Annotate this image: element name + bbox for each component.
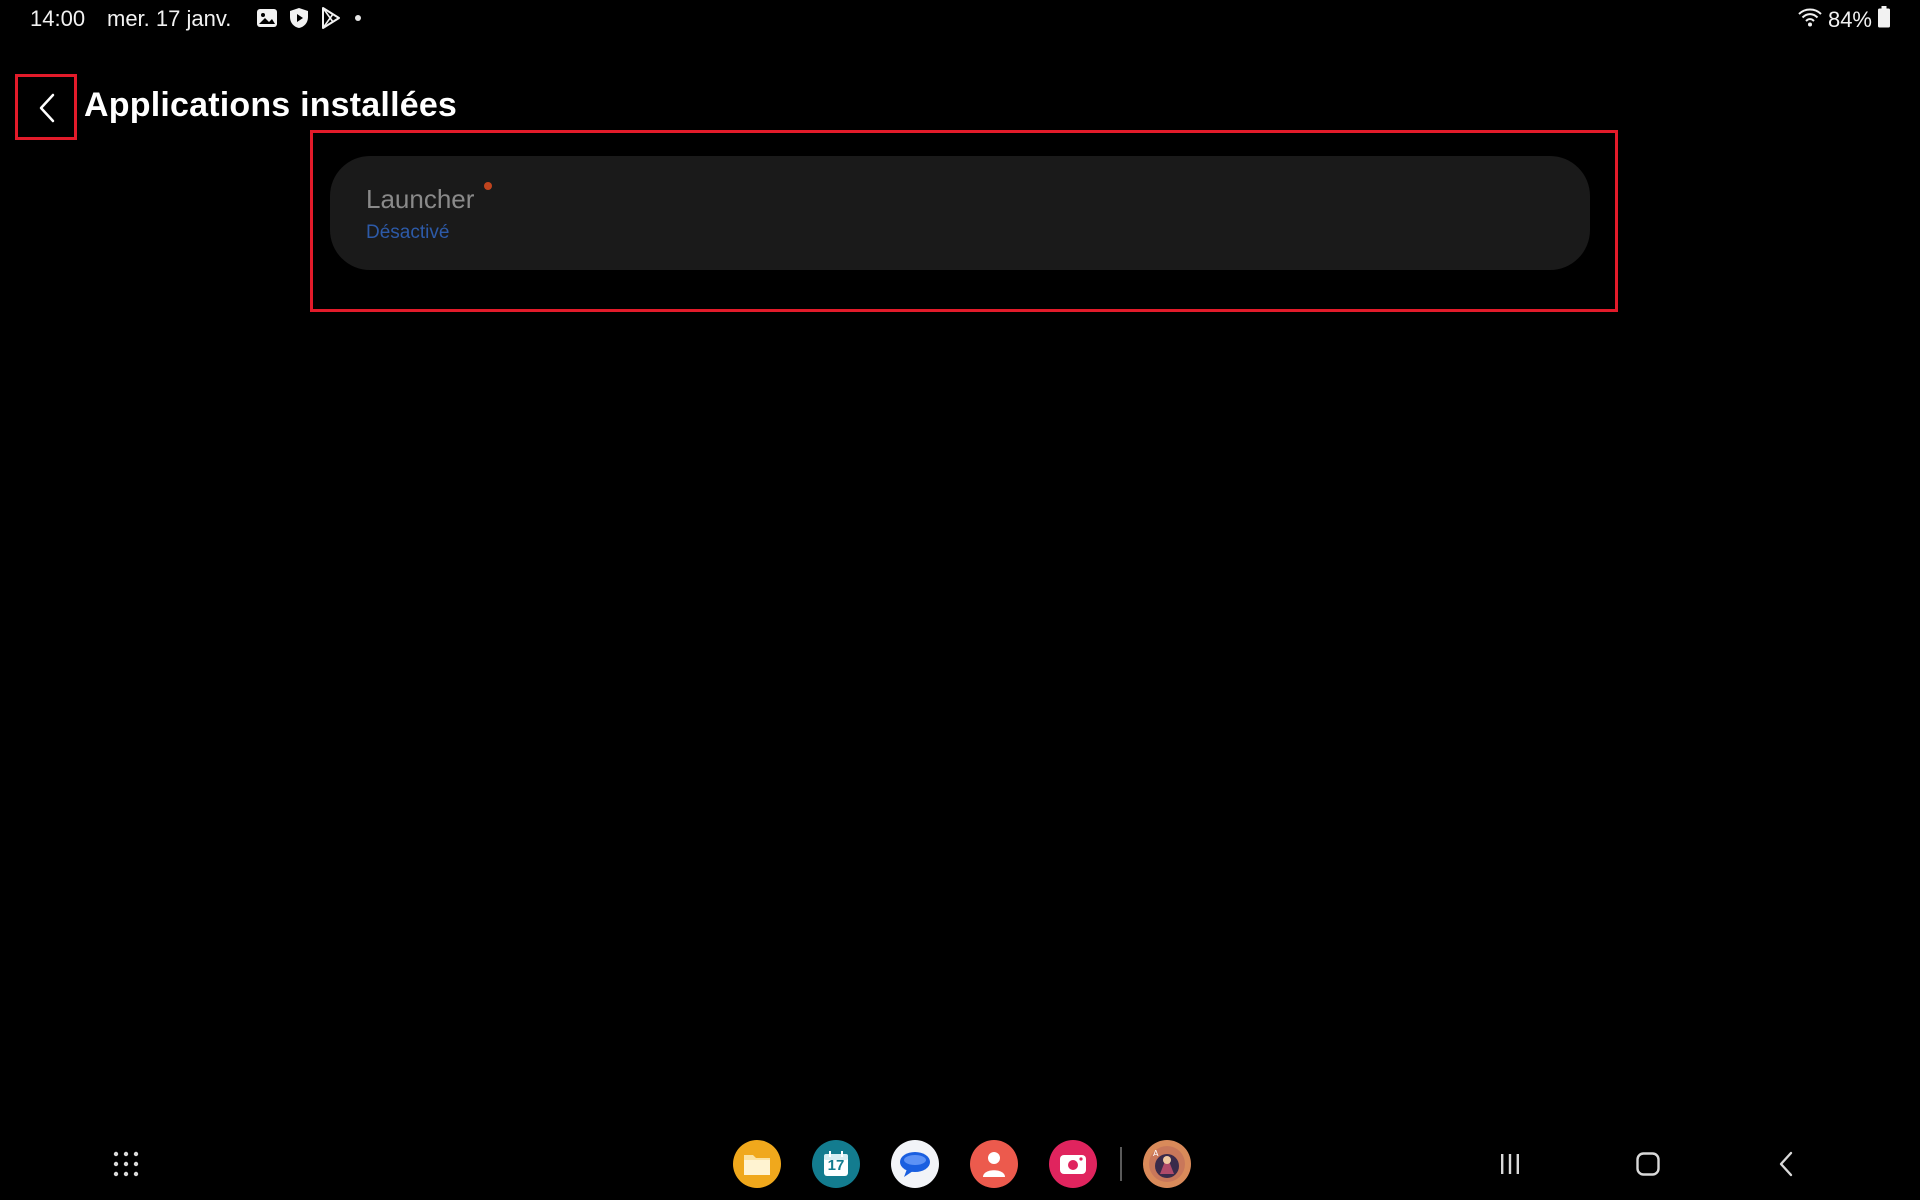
recents-icon [1501,1154,1519,1174]
page-title: Applications installées [84,86,458,124]
gallery-icon [255,6,279,30]
shield-play-icon [287,6,311,30]
my-files-icon [744,1155,770,1175]
dock-app-calendar[interactable]: 17 [812,1140,860,1188]
notification-icons [255,6,361,30]
more-notifications-dot [355,15,361,21]
recents-button[interactable] [1492,1148,1528,1180]
game-app-icon: A [1149,1146,1185,1182]
contacts-icon [983,1152,1005,1177]
play-store-icon [319,6,343,30]
dock-app-screen-recorder[interactable] [1049,1140,1097,1188]
apps-grid-button[interactable] [112,1150,140,1178]
nav-back-button[interactable] [1768,1148,1804,1180]
home-icon [1636,1152,1660,1176]
app-name: Launcher [366,184,475,214]
screen-recorder-icon [1060,1155,1086,1174]
chevron-left-icon [39,93,55,123]
dock-app-contacts[interactable] [970,1140,1018,1188]
status-time: 14:00 [30,6,86,31]
battery-icon [1878,6,1890,34]
app-notification-badge [484,182,492,190]
dock-divider [1120,1147,1122,1181]
wifi-icon [1798,6,1822,34]
dock-app-game[interactable]: A [1143,1140,1191,1188]
apps-grid-icon [113,1151,139,1177]
list-item-launcher[interactable]: Launcher Désactivé [330,156,1590,270]
calendar-day: 17 [827,1157,845,1174]
app-status: Désactivé [366,222,450,243]
back-button[interactable] [26,84,68,132]
installed-apps-screen: 14:00 mer. 17 janv. 84% Applications ins… [0,0,1920,1200]
svg-text:A: A [1153,1149,1159,1158]
dock-app-my-files[interactable] [733,1140,781,1188]
status-bar: 14:00 mer. 17 janv. 84% [0,0,1920,36]
home-button[interactable] [1630,1148,1666,1180]
system-status: 84% [1798,6,1890,34]
messages-icon [900,1152,930,1177]
battery-level: 84% [1827,7,1872,32]
dock-app-messages[interactable] [891,1140,939,1188]
status-date: mer. 17 janv. [107,6,232,31]
back-icon [1779,1151,1793,1177]
